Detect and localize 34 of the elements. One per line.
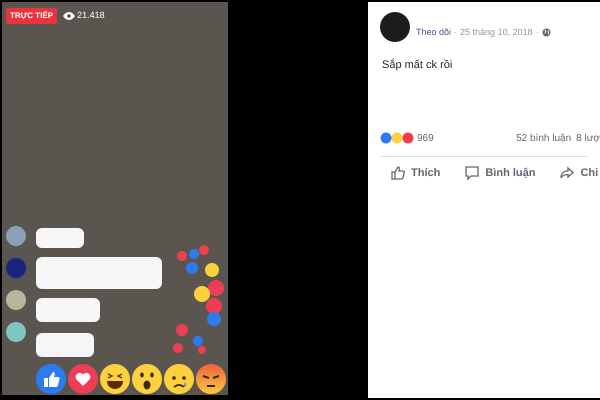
viewer-avatar <box>6 290 26 310</box>
comment-action-button[interactable]: Bình luận <box>464 164 536 181</box>
laughing-face-icon[interactable] <box>100 364 130 394</box>
viewer-avatar <box>6 258 26 278</box>
surprised-face-icon[interactable] <box>132 364 162 394</box>
profile-avatar[interactable] <box>380 12 410 42</box>
like-action-button[interactable]: Thích <box>390 164 440 181</box>
comment-count[interactable]: 52 bình luận <box>516 130 572 146</box>
speech-bubble-icon <box>464 164 480 181</box>
live-badge: TRỰC TIẾP <box>6 8 58 24</box>
share-count[interactable]: 8 lượ <box>576 130 600 146</box>
follow-link[interactable]: Theo dõi <box>416 26 452 39</box>
separator: · <box>454 26 458 38</box>
post-text: Sắp mất ck rồi <box>381 58 454 73</box>
post-date[interactable]: 25 tháng 10, 2018 <box>460 26 533 39</box>
share-action-button[interactable]: Chi <box>559 164 598 181</box>
viewer-avatar <box>6 322 26 342</box>
eye-icon <box>63 12 76 20</box>
reaction-icons-drawing <box>380 132 414 144</box>
blurred-comment <box>36 228 84 248</box>
viewer-count: 21.418 <box>77 9 105 22</box>
globe-icon <box>542 28 551 37</box>
like-reaction-icon[interactable] <box>36 364 66 394</box>
blurred-comment <box>36 298 100 322</box>
share-arrow-icon <box>559 164 576 181</box>
angry-face-icon[interactable] <box>196 364 226 394</box>
viewer-avatar <box>6 226 26 246</box>
blurred-comment <box>36 333 94 357</box>
heart-reaction-icon[interactable] <box>68 364 98 394</box>
separator: · <box>536 26 539 38</box>
sad-face-icon[interactable] <box>164 364 194 394</box>
reaction-count[interactable]: 969 <box>417 130 434 146</box>
thumbs-up-icon <box>390 164 406 181</box>
video-frame[interactable]: TRỰC TIẾP 21.418 <box>2 2 228 395</box>
